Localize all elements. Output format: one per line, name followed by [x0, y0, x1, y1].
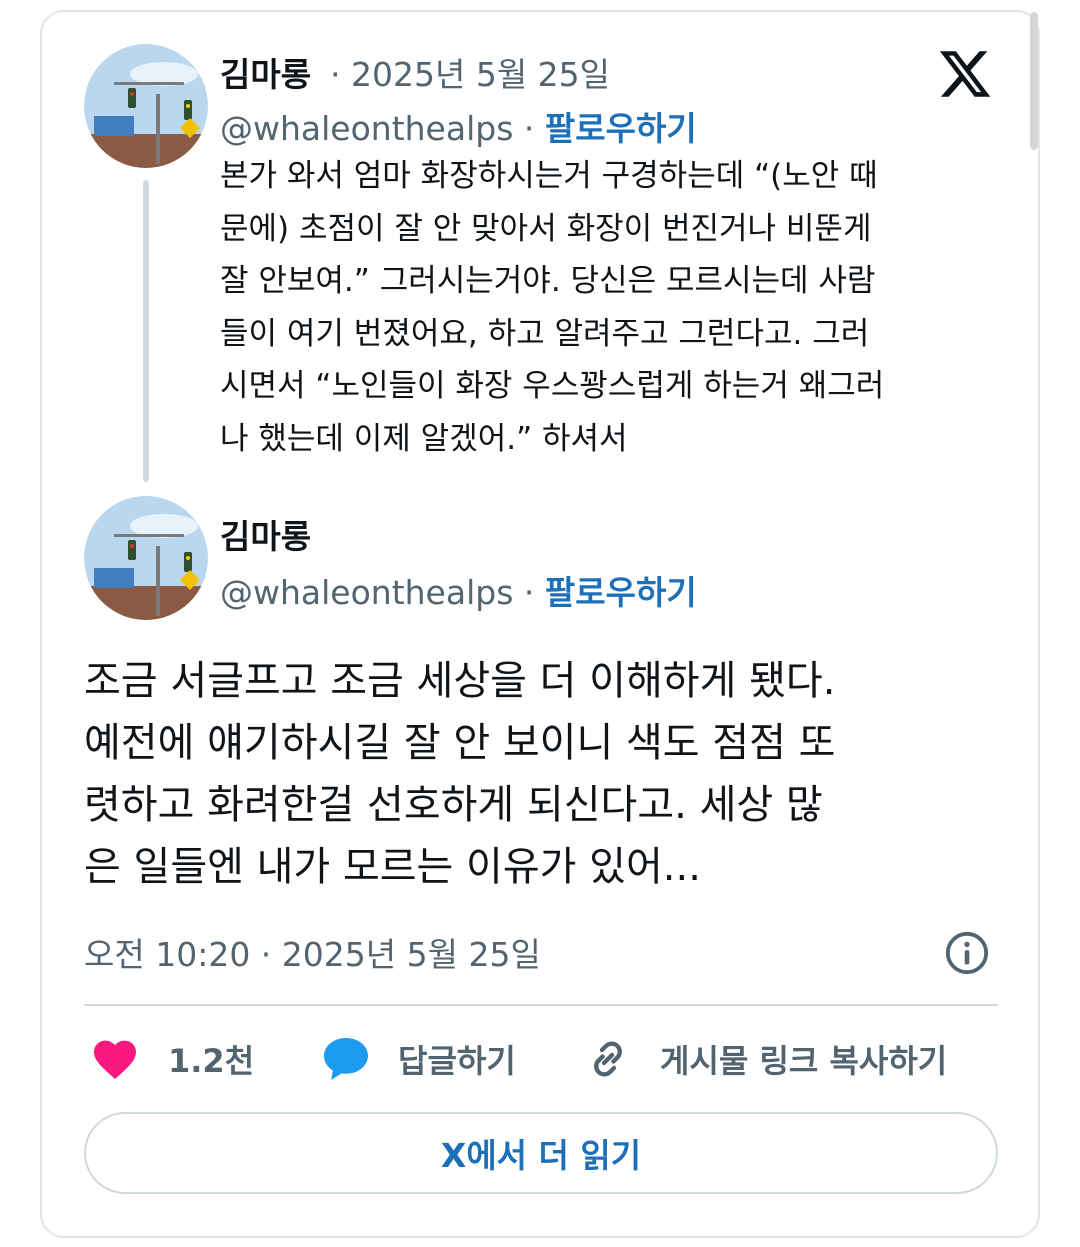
text-line: 들이 여기 번졌어요, 하고 알려주고 그런다고. 그러: [220, 315, 870, 352]
divider: [84, 1004, 998, 1006]
heart-icon: [94, 1040, 136, 1080]
speech-bubble-icon: [324, 1038, 368, 1080]
main-display-name[interactable]: 김마롱: [220, 510, 311, 558]
quoted-date[interactable]: · 2025년 5월 25일: [330, 48, 610, 96]
follow-button[interactable]: 팔로우하기: [545, 573, 697, 612]
tweet-timestamp[interactable]: 오전 10:20 · 2025년 5월 25일: [84, 928, 541, 976]
reply-label: 답글하기: [398, 1042, 516, 1080]
follow-button[interactable]: 팔로우하기: [545, 109, 697, 148]
read-more-on-x-button[interactable]: X에서 더 읽기: [84, 1112, 998, 1194]
link-icon: [594, 1041, 622, 1077]
reply-button[interactable]: 답글하기: [322, 1032, 516, 1086]
like-count: 1.2천: [168, 1042, 255, 1080]
text-line: 문에) 초점이 잘 안 맞아서 화장이 번진거나 비뚠게: [220, 210, 872, 247]
separator: ·: [523, 109, 535, 148]
text-line: 조금 서글프고 조금 세상을 더 이해하게 됐다.: [84, 658, 836, 704]
thread-connector: [143, 180, 149, 482]
info-icon[interactable]: [944, 930, 990, 976]
text-line: 렷하고 화려한걸 선호하게 되신다고. 세상 많: [84, 782, 823, 828]
separator: ·: [523, 573, 535, 612]
text-line: 은 일들엔 내가 모르는 이유가 있어...: [84, 844, 701, 890]
copy-link-label: 게시물 링크 복사하기: [660, 1042, 948, 1080]
main-tweet-text: 조금 서글프고 조금 세상을 더 이해하게 됐다. 예전에 얘기하시길 잘 안 …: [84, 650, 1004, 898]
text-line: 나 했는데 이제 알겠어.” 하셔서: [220, 420, 628, 457]
like-button[interactable]: 1.2천: [92, 1032, 254, 1086]
text-line: 예전에 얘기하시길 잘 안 보이니 색도 점점 또: [84, 720, 836, 766]
scrollbar[interactable]: [1030, 12, 1038, 150]
quoted-handle-line: @whaleonthealps · 팔로우하기: [220, 102, 697, 150]
quoted-tweet-text: 본가 와서 엄마 화장하시는거 구경하는데 “(노안 때 문에) 초점이 잘 안…: [220, 150, 1010, 465]
text-line: 잘 안보여.” 그러시는거야. 당신은 모르시는데 사람: [220, 263, 876, 299]
avatar[interactable]: [84, 496, 208, 620]
handle[interactable]: @whaleonthealps: [220, 573, 513, 612]
separator: ·: [330, 55, 341, 94]
text-line: 본가 와서 엄마 화장하시는거 구경하는데 “(노안 때: [220, 158, 878, 194]
copy-link-button[interactable]: 게시물 링크 복사하기: [584, 1032, 947, 1086]
main-handle-line: @whaleonthealps · 팔로우하기: [220, 566, 697, 614]
avatar[interactable]: [84, 44, 208, 168]
text-line: 시면서 “노인들이 화장 우스꽝스럽게 하는거 왜그러: [220, 368, 885, 404]
read-more-label: X에서 더 읽기: [440, 1136, 642, 1175]
date-text[interactable]: 2025년 5월 25일: [351, 55, 610, 94]
handle[interactable]: @whaleonthealps: [220, 109, 513, 148]
quoted-display-name[interactable]: 김마롱: [220, 48, 311, 96]
x-logo-icon[interactable]: [936, 46, 994, 102]
